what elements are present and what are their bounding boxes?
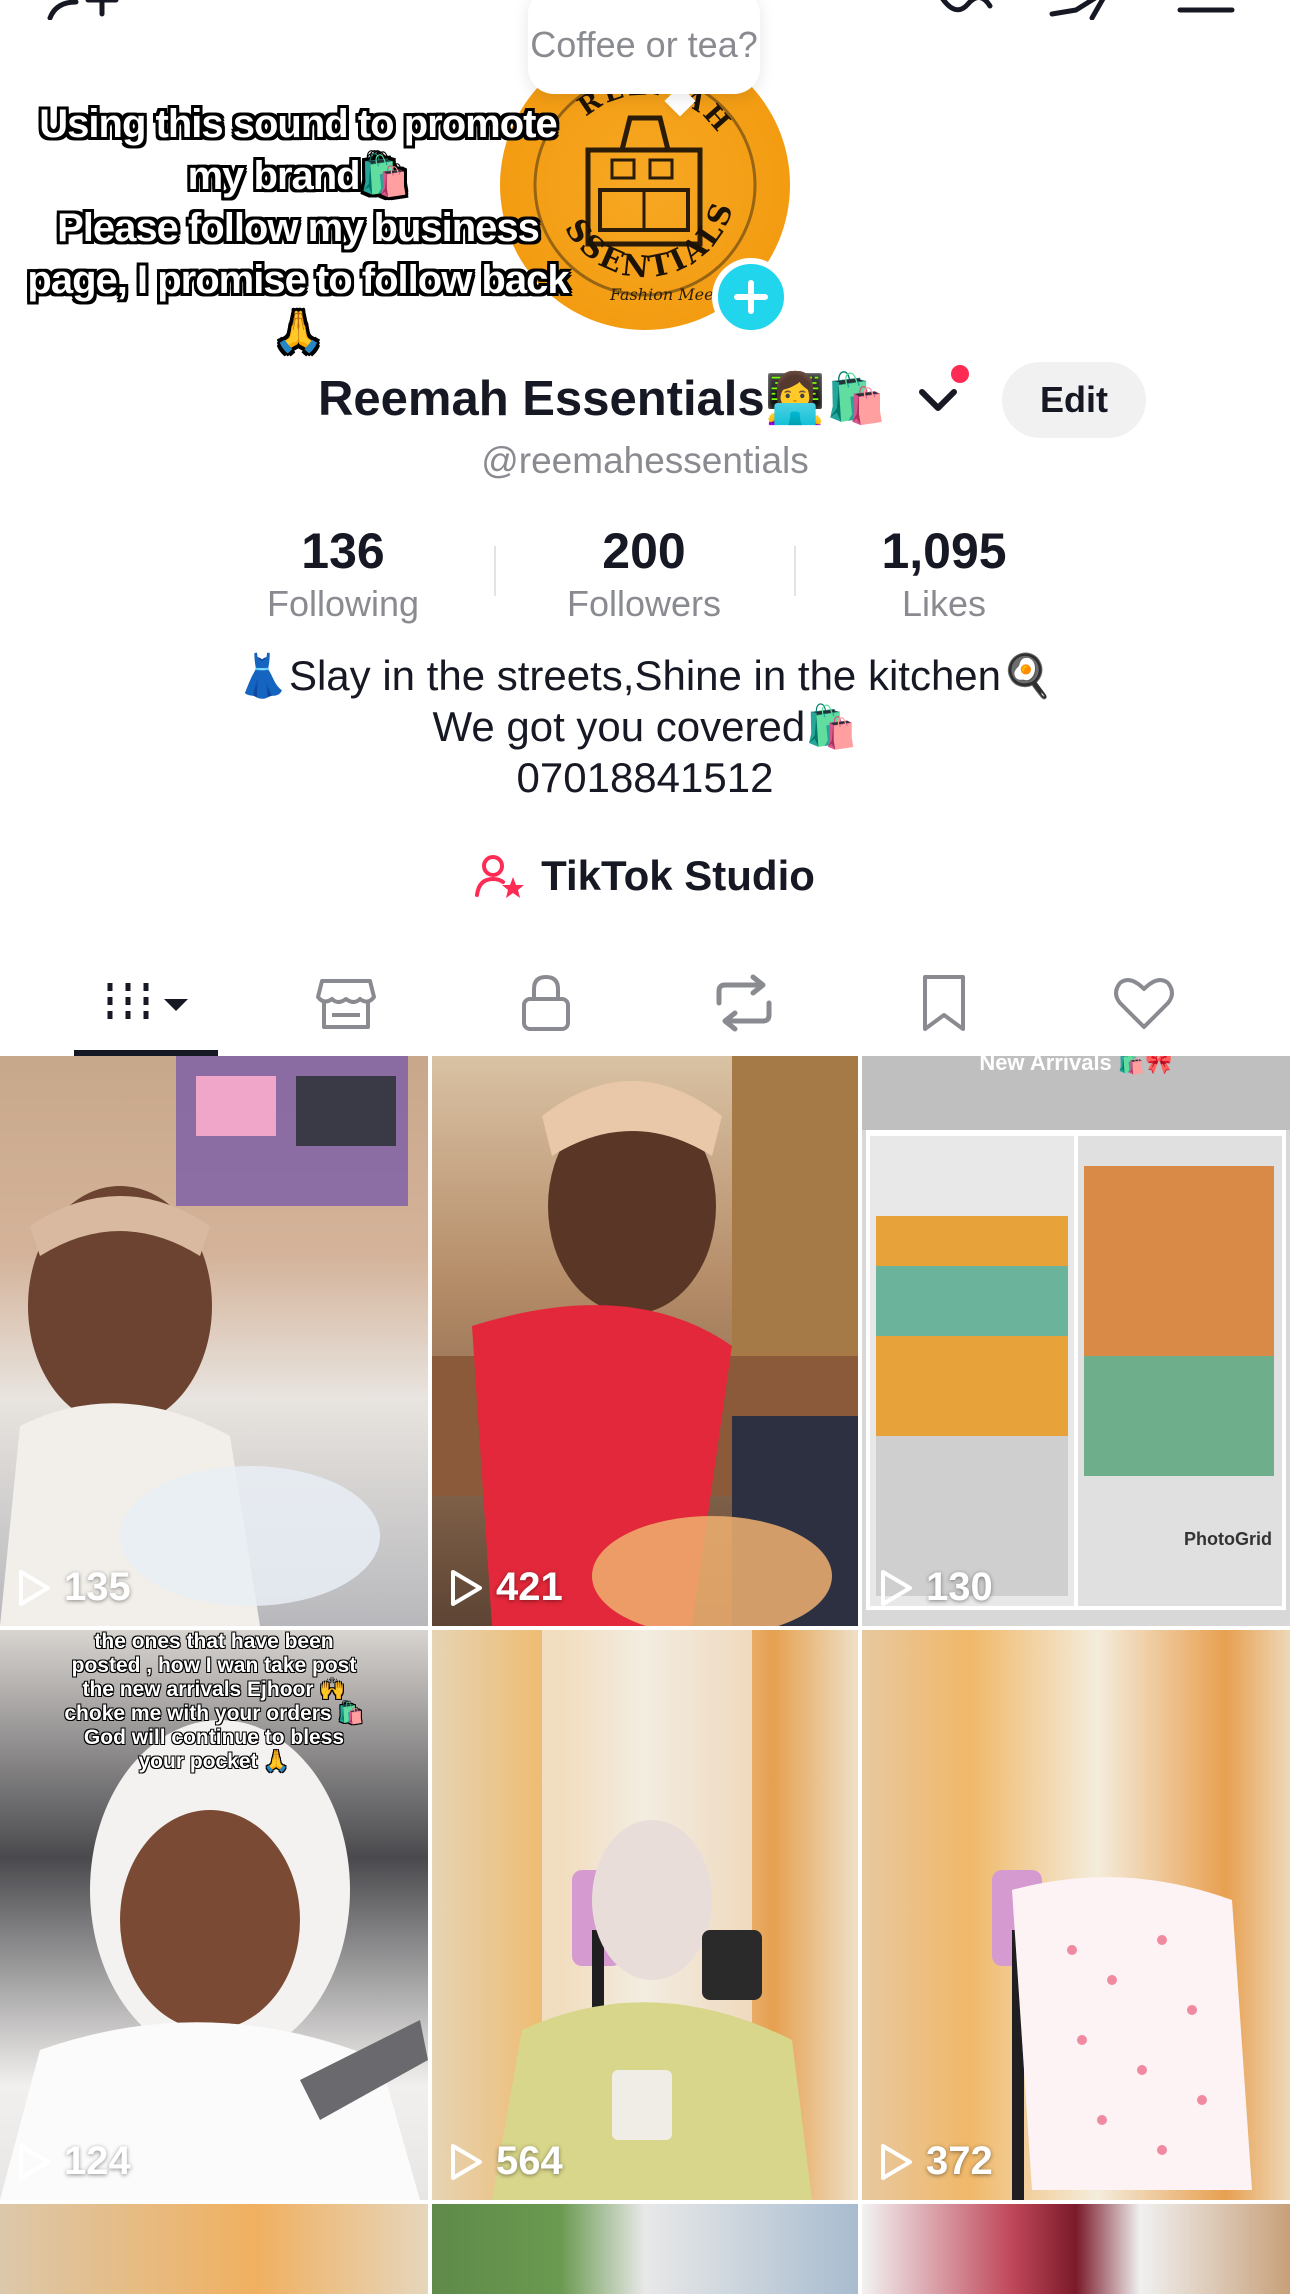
stat-value: 200 xyxy=(602,523,686,579)
play-icon xyxy=(451,2143,482,2180)
play-icon xyxy=(881,1569,912,1606)
stat-followers[interactable]: 200 Followers xyxy=(514,520,774,626)
tiktok-studio-link[interactable]: TikTok Studio xyxy=(0,846,1290,906)
lock-icon xyxy=(522,974,570,1031)
notification-dot xyxy=(948,362,972,386)
play-icon xyxy=(881,2143,912,2180)
stat-value: 136 xyxy=(301,523,385,579)
overlay-caption: Using this sound to promote my brand🛍️ P… xyxy=(27,102,569,354)
stat-following[interactable]: 136 Following xyxy=(213,520,473,626)
add-story-button[interactable] xyxy=(712,258,790,336)
view-count: 124 xyxy=(16,2139,131,2184)
video-thumbnail[interactable] xyxy=(432,2204,858,2294)
stat-label: Likes xyxy=(901,583,987,624)
edit-profile-button[interactable]: Edit xyxy=(1002,362,1146,438)
repost-icon xyxy=(716,974,772,1032)
add-friend-icon[interactable] xyxy=(46,0,126,20)
video-thumbnail[interactable] xyxy=(0,2204,428,2294)
profile-bio: 👗Slay in the streets,Shine in the kitche… xyxy=(0,650,1290,803)
video-thumbnail[interactable]: 372 xyxy=(862,1630,1290,2200)
video-thumbnail[interactable]: 135 xyxy=(0,1056,428,1626)
video-thumbnail[interactable]: 564 xyxy=(432,1630,858,2200)
menu-icon[interactable] xyxy=(1176,0,1236,20)
video-thumbnail[interactable]: the ones that have been posted , how I w… xyxy=(0,1630,428,2200)
play-icon xyxy=(19,2143,50,2180)
view-count: 372 xyxy=(878,2139,993,2184)
bio-line: 👗Slay in the streets,Shine in the kitche… xyxy=(236,652,1054,699)
view-count-value: 372 xyxy=(926,2139,993,2183)
profile-name-row: Reemah Essentials👩‍💻🛍️ Edit xyxy=(0,362,1290,438)
shop-icon xyxy=(316,979,376,1029)
play-icon xyxy=(19,1569,50,1606)
profile-stats: 136 Following 200 Followers 1,095 Likes xyxy=(0,520,1290,630)
view-count-value: 130 xyxy=(926,1565,993,1609)
view-count: 421 xyxy=(448,1565,563,1610)
profile-tabs xyxy=(0,950,1290,1056)
studio-label: TikTok Studio xyxy=(541,852,815,899)
tooltip-text: Coffee or tea? xyxy=(530,24,758,66)
video-thumbnail[interactable]: 421 xyxy=(432,1056,858,1626)
stat-likes[interactable]: 1,095 Likes xyxy=(814,520,1074,626)
photo-tag: PhotoGrid xyxy=(1184,1529,1272,1549)
tab-shop[interactable] xyxy=(246,950,446,1056)
videos-grid-icon xyxy=(107,983,188,1023)
tab-favorites[interactable] xyxy=(844,950,1044,1056)
profile-name: Reemah Essentials👩‍💻🛍️ xyxy=(318,372,887,426)
bio-phone[interactable]: 07018841512 xyxy=(0,752,1290,803)
view-count: 135 xyxy=(16,1565,131,1610)
video-thumbnail[interactable]: New Arrivals 🛍️🎀 PhotoGrid 130 xyxy=(862,1056,1290,1626)
video-header-text: New Arrivals 🛍️🎀 xyxy=(979,1056,1173,1075)
video-thumbnail[interactable] xyxy=(862,2204,1290,2294)
view-count-value: 421 xyxy=(496,1565,563,1609)
bookmark-icon xyxy=(923,975,965,1031)
view-count-value: 124 xyxy=(64,2139,131,2183)
video-caption: the ones that have been posted , how I w… xyxy=(64,1630,364,1773)
status-tooltip[interactable]: Coffee or tea? xyxy=(528,0,760,94)
chevron-down-icon[interactable] xyxy=(916,382,960,423)
stat-divider xyxy=(494,546,496,596)
tab-liked[interactable] xyxy=(1044,950,1244,1056)
tab-reposts[interactable] xyxy=(644,950,844,1056)
bio-line: We got you covered🛍️ xyxy=(432,703,858,750)
view-count: 564 xyxy=(448,2139,563,2184)
video-grid: 135 421 New Arrivals � xyxy=(0,1056,1290,2294)
share-profile-icon[interactable] xyxy=(1046,0,1116,20)
creator-tools-icon[interactable] xyxy=(936,0,996,20)
view-count: 130 xyxy=(878,1565,993,1610)
username: @reemahessentials xyxy=(481,440,809,481)
stat-divider xyxy=(794,546,796,596)
stat-value: 1,095 xyxy=(881,523,1007,579)
play-icon xyxy=(451,1569,482,1606)
view-count-value: 564 xyxy=(496,2139,563,2183)
tab-private[interactable] xyxy=(446,950,646,1056)
stat-label: Following xyxy=(266,583,420,624)
view-count-value: 135 xyxy=(64,1565,131,1609)
tab-videos[interactable] xyxy=(46,950,246,1056)
stat-label: Followers xyxy=(566,583,722,624)
creator-star-icon xyxy=(475,855,525,898)
heart-icon xyxy=(1114,978,1174,1029)
plus-icon xyxy=(734,280,768,314)
